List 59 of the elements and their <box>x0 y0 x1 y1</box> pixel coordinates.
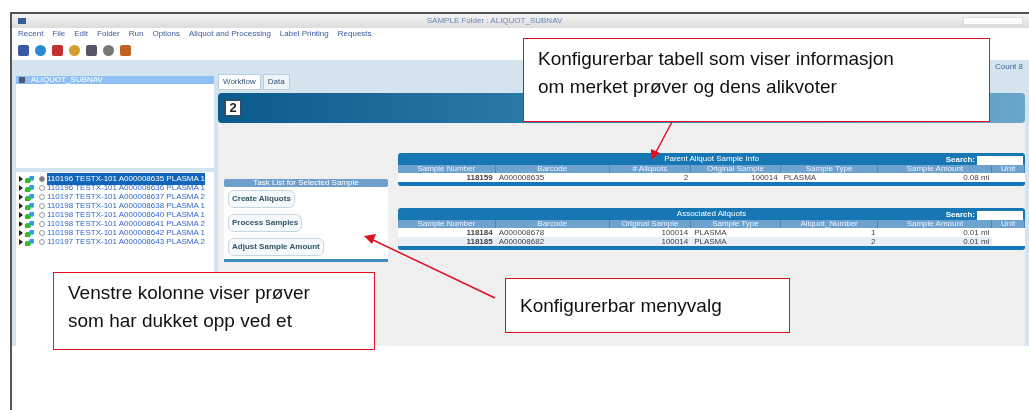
menu-item[interactable]: Options <box>152 28 180 40</box>
table-cell: 0.01 ml <box>878 237 993 246</box>
checkbox[interactable] <box>39 185 45 191</box>
toolbar-icon[interactable] <box>103 44 114 56</box>
panel-title: ALIQUOT_SUBNAV <box>31 74 103 86</box>
checkbox[interactable] <box>39 203 45 209</box>
menu-item[interactable]: File <box>52 28 66 40</box>
task-list-header: Task List for Selected Sample <box>224 179 388 187</box>
count-label: Count 8 <box>994 61 1023 73</box>
toolbar-icon[interactable] <box>86 44 97 56</box>
tree-item[interactable]: 110198 TESTX-101 A000008642 PLASMA 1 <box>47 227 206 239</box>
menu-item[interactable]: Requests <box>337 28 372 40</box>
search-field[interactable] <box>977 155 1023 165</box>
tree-item[interactable]: 110196 TESTX-101 A000008636 PLASMA 1 <box>47 182 206 194</box>
window-title: SAMPLE Folder : ALIQUOT_SUBNAV <box>425 15 564 27</box>
search-field[interactable] <box>963 17 1023 25</box>
table-cell: 2 <box>780 237 879 246</box>
menu-item[interactable]: Run <box>128 28 144 40</box>
search-label: Search: <box>945 209 975 221</box>
callout-text: Venstre kolonne viser prøver som har dukket opp ved et <box>53 272 375 350</box>
search-label: Search: <box>945 154 975 166</box>
checkbox[interactable] <box>39 212 45 218</box>
checkbox[interactable] <box>39 194 45 200</box>
table-title: Associated Aliquots <box>676 208 747 220</box>
table-cell: PLASMA <box>691 237 781 246</box>
menu-item[interactable]: Edit <box>74 28 89 40</box>
callout-text: Konfigurerbar tabell som viser informasjon om merket prøver og dens alikvoter <box>523 38 990 122</box>
checkbox[interactable] <box>39 239 45 245</box>
tree-item[interactable]: 110197 TESTX-101 A000008643 PLASMA 2 <box>47 236 206 248</box>
task-button[interactable]: Process Samples <box>228 214 303 232</box>
toolbar-icon[interactable] <box>120 44 131 56</box>
tree-item[interactable]: 110196 TESTX-101 A000008635 PLASMA 1 <box>47 173 206 185</box>
tab[interactable]: Workflow <box>218 74 261 90</box>
toolbar-icon[interactable] <box>18 44 29 56</box>
tree-item[interactable]: 110197 TESTX-101 A000008637 PLASMA 2 <box>47 191 206 203</box>
table-title: Parent Aliquot Sample Info <box>664 153 759 165</box>
checkbox[interactable] <box>39 221 45 227</box>
toolbar-icon[interactable] <box>52 44 63 56</box>
menu-item[interactable]: Recent <box>18 28 44 40</box>
menu-item[interactable]: Aliquot and Processing <box>189 28 271 40</box>
toolbar-icon[interactable] <box>35 44 46 56</box>
table-cell: A000008682 <box>495 237 610 246</box>
callout-text: Konfigurerbar menyvalg <box>505 278 790 333</box>
tree-item[interactable]: 110198 TESTX-101 A000008638 PLASMA 1 <box>47 200 206 212</box>
menu-item[interactable]: Label Printing <box>279 28 329 40</box>
tree-item[interactable]: 110198 TESTX-101 A000008640 PLASMA 1 <box>47 209 206 221</box>
checkbox[interactable] <box>39 176 45 182</box>
checkbox[interactable] <box>39 230 45 236</box>
tab[interactable]: Data <box>262 74 290 90</box>
tree-item[interactable]: 110198 TESTX-101 A000008641 PLASMA 2 <box>47 218 206 230</box>
task-button[interactable]: Create Aliquots <box>228 190 295 208</box>
app-icon <box>18 18 26 24</box>
table-cell: 100014 <box>609 237 692 246</box>
task-button[interactable]: Adjust Sample Amount <box>228 238 324 256</box>
menu-item[interactable]: Folder <box>97 28 120 40</box>
table-cell: 118185 <box>398 237 496 246</box>
search-field[interactable] <box>977 210 1023 220</box>
folder-icon <box>19 77 25 83</box>
step-number: 2 <box>224 99 242 117</box>
